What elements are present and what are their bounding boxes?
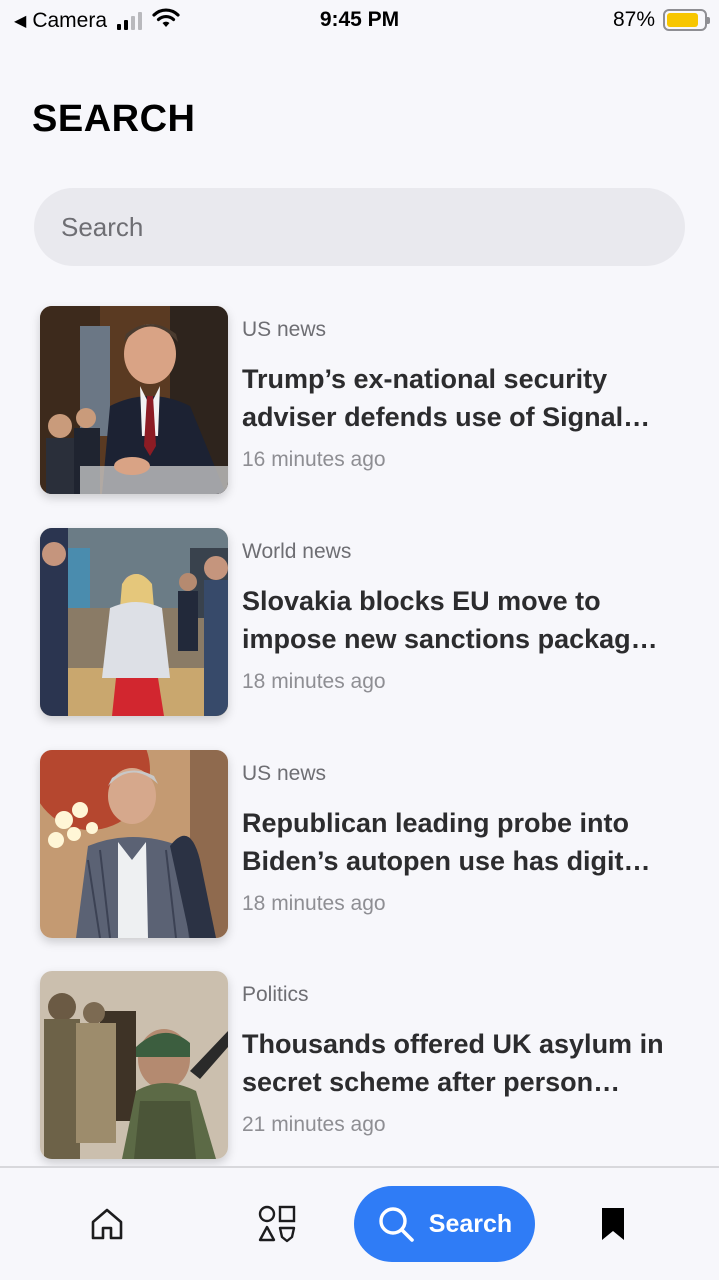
article-thumbnail: [40, 750, 228, 938]
tab-categories[interactable]: [242, 1186, 312, 1262]
search-screen: ◀ Camera 9:45 PM 87% SEARCH Search US ne…: [0, 0, 719, 1280]
article-item[interactable]: US news Trump’s ex-national security adv…: [40, 306, 680, 494]
tab-search-label: Search: [428, 1209, 513, 1238]
article-thumbnail: [40, 306, 228, 494]
battery-level: [667, 13, 699, 27]
article-item[interactable]: World news Slovakia blocks EU move to im…: [40, 528, 680, 716]
article-text: US news Republican leading probe into Bi…: [242, 762, 680, 916]
page-title: SEARCH: [32, 98, 196, 140]
article-thumbnail: [40, 528, 228, 716]
status-bar: ◀ Camera 9:45 PM 87%: [0, 0, 719, 40]
article-text: US news Trump’s ex-national security adv…: [242, 318, 680, 472]
soldiers-photo: [40, 971, 228, 1159]
article-headline: Slovakia blocks EU move to impose new sa…: [242, 586, 658, 654]
article-item[interactable]: Politics Thousands offered UK asylum in …: [40, 971, 680, 1159]
battery-percentage: 87%: [612, 8, 655, 31]
tab-search[interactable]: Search: [354, 1186, 535, 1262]
shapes-icon: [258, 1205, 296, 1243]
article-category: US news: [242, 762, 327, 785]
article-thumbnail: [40, 971, 228, 1159]
battery-status: 87%: [612, 8, 710, 32]
bookmark-icon: [602, 1208, 624, 1240]
battery-icon: [663, 9, 710, 31]
man-in-suit-photo: [40, 306, 228, 494]
article-headline: Thousands offered UK asylum in secret sc…: [242, 1029, 664, 1097]
article-headline: Republican leading probe into Biden’s au…: [242, 808, 651, 876]
tab-home[interactable]: [72, 1186, 142, 1262]
article-timestamp: 18 minutes ago: [242, 670, 386, 693]
article-category: World news: [242, 540, 352, 563]
article-category: Politics: [242, 983, 309, 1006]
home-icon: [91, 1208, 123, 1240]
article-timestamp: 16 minutes ago: [242, 448, 386, 471]
article-timestamp: 18 minutes ago: [242, 892, 386, 915]
article-category: US news: [242, 318, 327, 341]
eu-meeting-photo: [40, 528, 228, 716]
man-in-plaid-jacket-photo: [40, 750, 228, 938]
article-timestamp: 21 minutes ago: [242, 1113, 386, 1136]
article-item[interactable]: US news Republican leading probe into Bi…: [40, 750, 680, 938]
article-text: Politics Thousands offered UK asylum in …: [242, 983, 680, 1137]
search-input[interactable]: [34, 188, 685, 266]
article-headline: Trump’s ex-national security adviser def…: [242, 364, 651, 432]
article-text: World news Slovakia blocks EU move to im…: [242, 540, 680, 694]
search-icon: [379, 1207, 414, 1242]
bottom-tab-bar: Search: [0, 1166, 719, 1280]
clock: 9:45 PM: [319, 8, 400, 31]
tab-saved[interactable]: [578, 1186, 648, 1262]
